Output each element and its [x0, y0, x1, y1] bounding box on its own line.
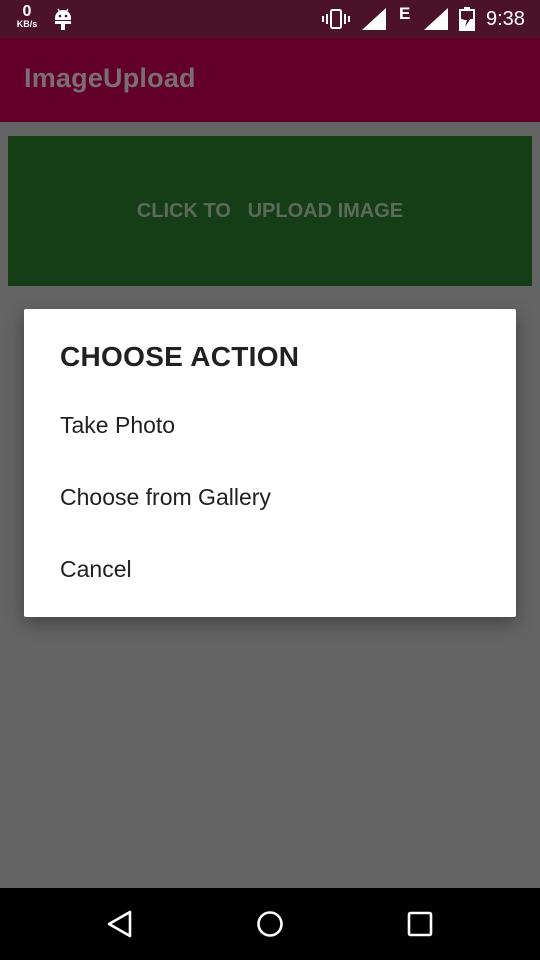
- status-bar: 0 KB/s E 9:38: [0, 0, 540, 38]
- navigation-bar: [0, 888, 540, 960]
- upload-button-label-part2: UPLOAD IMAGE: [247, 199, 404, 222]
- take-photo-option[interactable]: Take Photo: [24, 389, 516, 461]
- network-speed-value: 0: [22, 3, 32, 20]
- vibrate-icon: [322, 9, 350, 29]
- upload-button-label-part1: CLICK TO: [136, 199, 231, 222]
- cancel-option[interactable]: Cancel: [24, 533, 516, 605]
- app-title: ImageUpload: [24, 63, 196, 93]
- signal-icon: [362, 8, 386, 30]
- dialog-title: CHOOSE ACTION: [60, 341, 300, 372]
- battery-charging-icon: [459, 7, 475, 31]
- signal-icon: [424, 8, 448, 30]
- clock: 9:38: [486, 8, 525, 30]
- network-speed-unit: KB/s: [16, 19, 38, 29]
- home-icon[interactable]: [254, 908, 286, 940]
- app-bar: ImageUpload: [0, 38, 540, 122]
- recent-apps-icon[interactable]: [404, 908, 436, 940]
- back-icon[interactable]: [104, 908, 136, 940]
- upload-image-button[interactable]: CLICK TO UPLOAD IMAGE: [8, 136, 532, 286]
- choose-from-gallery-option[interactable]: Choose from Gallery: [24, 461, 516, 533]
- android-icon: [55, 8, 71, 30]
- network-speed: 0 KB/s: [12, 4, 42, 29]
- network-type-label: E: [399, 4, 411, 23]
- choose-action-dialog: CHOOSE ACTION Take Photo Choose from Gal…: [24, 309, 516, 617]
